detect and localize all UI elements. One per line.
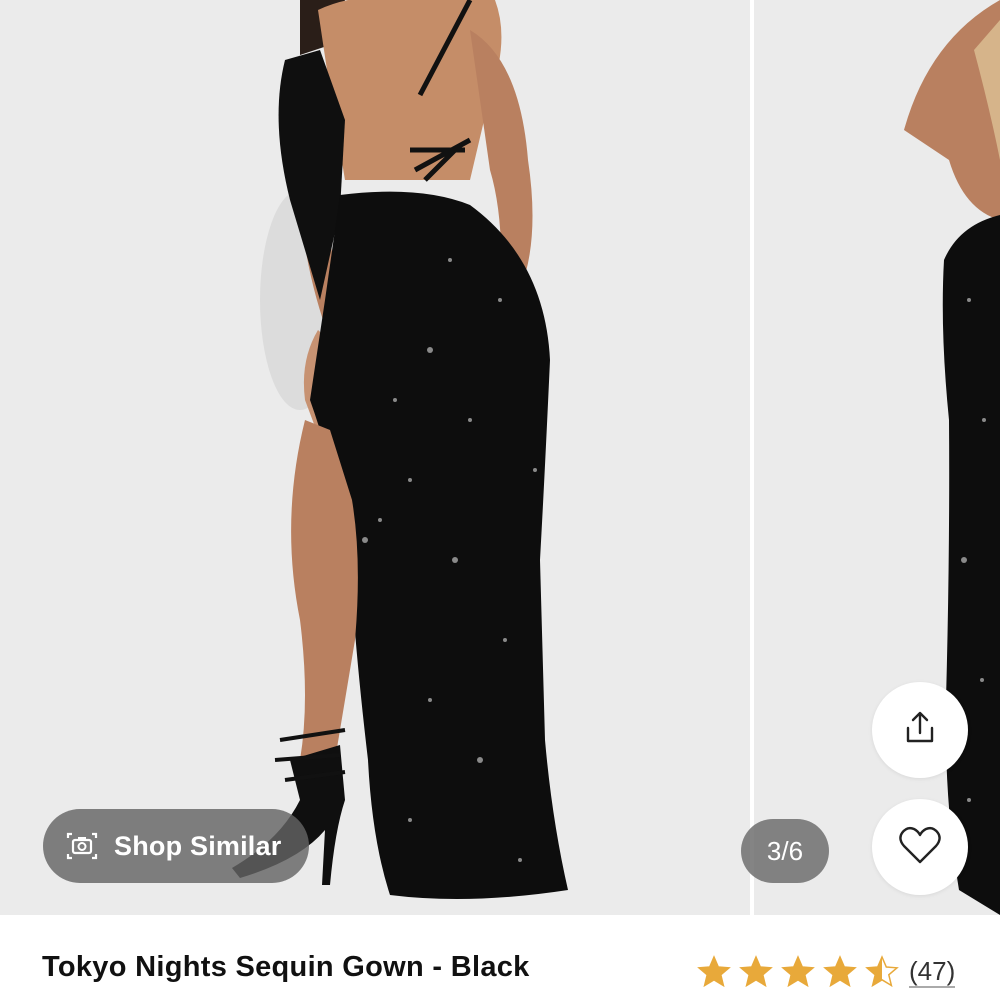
star-icon: [823, 955, 857, 988]
model-photo: [232, 0, 568, 899]
shop-similar-button[interactable]: Shop Similar: [43, 809, 309, 883]
review-count-link[interactable]: (47): [909, 956, 956, 988]
model-photo-next: [904, 0, 1000, 915]
shop-similar-label: Shop Similar: [114, 830, 282, 861]
product-image-gallery[interactable]: Shop Similar 3/6: [0, 0, 1000, 915]
product-image-next[interactable]: [754, 0, 1000, 915]
product-info-bar: Tokyo Nights Sequin Gown - Black (47): [0, 915, 1000, 1000]
product-title: Tokyo Nights Sequin Gown - Black: [42, 951, 530, 983]
star-icon: [781, 955, 815, 988]
star-icon: [739, 955, 773, 988]
star-icon: [865, 955, 899, 988]
camera-icon: [65, 831, 99, 861]
star-icon: [697, 955, 731, 988]
product-rating[interactable]: (47): [697, 955, 956, 989]
share-button[interactable]: [872, 682, 968, 778]
share-icon: [902, 710, 938, 751]
image-counter: 3/6: [741, 819, 829, 883]
favorite-button[interactable]: [872, 799, 968, 895]
product-image-current[interactable]: [0, 0, 750, 915]
rating-stars: [697, 955, 907, 989]
heart-icon: [898, 825, 942, 870]
